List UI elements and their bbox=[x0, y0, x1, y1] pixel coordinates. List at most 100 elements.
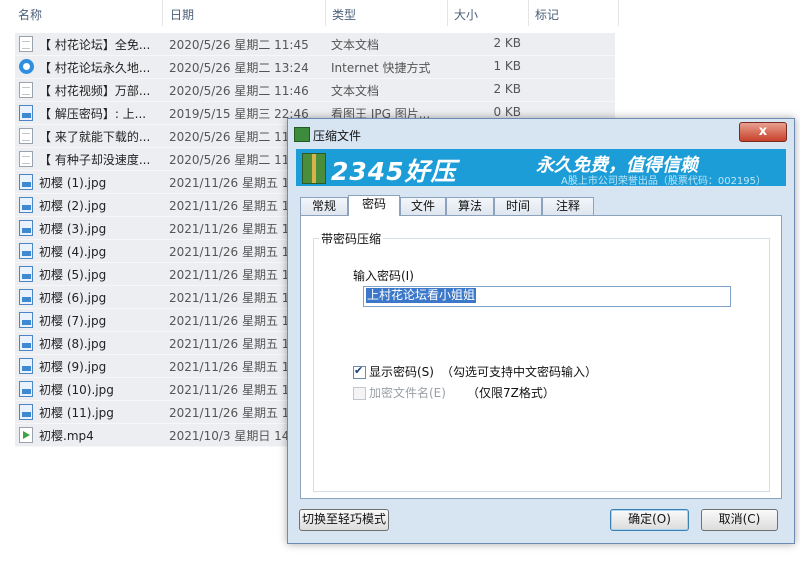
file-date: 2021/11/26 星期五 1 bbox=[169, 360, 290, 374]
column-date[interactable]: 日期 bbox=[170, 6, 194, 23]
file-date: 2021/11/26 星期五 1 bbox=[169, 291, 290, 305]
file-name: 【 村花论坛】全免... bbox=[39, 38, 151, 52]
close-button[interactable]: x bbox=[739, 122, 787, 142]
encrypt-filenames-hint: （仅限7Z格式） bbox=[467, 386, 555, 400]
file-row[interactable]: 【 村花论坛永久地... 2020/5/26 星期二 13:24 Internet … bbox=[15, 56, 615, 79]
dialog-titlebar[interactable]: 压缩文件 x bbox=[288, 119, 794, 146]
file-name: 初樱 (3).jpg bbox=[39, 222, 107, 236]
column-size[interactable]: 大小 bbox=[454, 6, 478, 23]
show-password-label[interactable]: 显示密码(S) bbox=[369, 363, 434, 380]
image-file-icon bbox=[19, 105, 33, 121]
file-date: 2020/5/26 星期二 13:24 bbox=[169, 61, 309, 75]
show-password-hint: （勾选可支持中文密码输入） bbox=[441, 365, 598, 379]
image-file-icon bbox=[19, 243, 33, 259]
file-name: 【 村花视频】万部... bbox=[39, 84, 151, 98]
file-name: 【 村花论坛永久地... bbox=[39, 61, 151, 75]
haozip-banner: 2345好压 永久免费，值得信赖 A股上市公司荣誉出品（股票代码：002195） bbox=[296, 149, 786, 186]
tab-time[interactable]: 时间 bbox=[494, 197, 542, 215]
file-size: 0 KB bbox=[493, 105, 521, 119]
file-date: 2020/5/26 星期二 11:45 bbox=[169, 38, 309, 52]
image-file-icon bbox=[19, 174, 33, 190]
banner-subtitle: A股上市公司荣誉出品（股票代码：002195） bbox=[561, 176, 767, 186]
file-date: 2020/5/26 星期二 11:46 bbox=[169, 84, 309, 98]
tab-comment[interactable]: 注释 bbox=[542, 197, 594, 215]
password-input[interactable]: 上村花论坛看小姐姐 bbox=[363, 286, 731, 307]
file-date: 2021/11/26 星期五 1 bbox=[169, 383, 290, 397]
file-name: 初樱 (10).jpg bbox=[39, 383, 114, 397]
file-date: 2021/11/26 星期五 1 bbox=[169, 199, 290, 213]
file-size: 2 KB bbox=[493, 82, 521, 96]
file-size: 2 KB bbox=[493, 36, 521, 50]
column-divider[interactable] bbox=[528, 0, 529, 26]
column-divider[interactable] bbox=[447, 0, 448, 26]
show-password-checkbox[interactable] bbox=[353, 364, 366, 379]
file-name: 【 来了就能下载的... bbox=[39, 130, 151, 144]
file-name: 初樱 (9).jpg bbox=[39, 360, 107, 374]
tab-files[interactable]: 文件 bbox=[400, 197, 446, 215]
column-divider[interactable] bbox=[325, 0, 326, 26]
image-file-icon bbox=[19, 335, 33, 351]
text-document-icon bbox=[19, 151, 33, 167]
image-file-icon bbox=[19, 266, 33, 282]
column-type[interactable]: 类型 bbox=[332, 6, 356, 23]
text-document-icon bbox=[19, 82, 33, 98]
image-file-icon bbox=[19, 220, 33, 236]
file-name: 初樱 (8).jpg bbox=[39, 337, 107, 351]
file-size: 1 KB bbox=[493, 59, 521, 73]
image-file-icon bbox=[19, 381, 33, 397]
file-row[interactable]: 【 村花论坛】全免... 2020/5/26 星期二 11:45 文本文档 2 KB bbox=[15, 33, 615, 56]
image-file-icon bbox=[19, 289, 33, 305]
file-date: 2021/11/26 星期五 1 bbox=[169, 406, 290, 420]
file-name: 初樱.mp4 bbox=[39, 429, 94, 443]
password-label: 输入密码(I) bbox=[353, 269, 414, 283]
archive-box-icon bbox=[302, 153, 326, 184]
file-date: 2021/11/26 星期五 1 bbox=[169, 245, 290, 259]
text-document-icon bbox=[19, 128, 33, 144]
column-header-bar: 名称 日期 类型 大小 标记 bbox=[0, 0, 620, 26]
archive-app-icon bbox=[294, 127, 310, 142]
file-name: 初樱 (6).jpg bbox=[39, 291, 107, 305]
file-type: 文本文档 bbox=[331, 84, 380, 98]
encrypt-filenames-checkbox[interactable] bbox=[353, 387, 366, 400]
tab-password[interactable]: 密码 bbox=[348, 195, 400, 216]
column-divider[interactable] bbox=[618, 0, 619, 26]
internet-shortcut-icon bbox=[19, 59, 34, 74]
file-name: 初樱 (2).jpg bbox=[39, 199, 107, 213]
file-name: 初樱 (1).jpg bbox=[39, 176, 107, 190]
file-date: 2021/11/26 星期五 1 bbox=[169, 176, 290, 190]
file-name: 初樱 (11).jpg bbox=[39, 406, 114, 420]
file-name: 初樱 (4).jpg bbox=[39, 245, 107, 259]
column-tag[interactable]: 标记 bbox=[535, 6, 559, 23]
file-type: Internet 快捷方式 bbox=[331, 61, 431, 75]
image-file-icon bbox=[19, 358, 33, 374]
tab-algorithm[interactable]: 算法 bbox=[446, 197, 494, 215]
video-file-icon bbox=[19, 427, 33, 443]
cancel-button[interactable]: 取消(C) bbox=[701, 509, 778, 531]
file-date: 2021/10/3 星期日 14 bbox=[169, 429, 290, 443]
image-file-icon bbox=[19, 312, 33, 328]
banner-brand: 2345好压 bbox=[331, 157, 457, 186]
file-row[interactable]: 【 村花视频】万部... 2020/5/26 星期二 11:46 文本文档 2 KB bbox=[15, 79, 615, 102]
password-value: 上村花论坛看小姐姐 bbox=[366, 288, 477, 303]
file-date: 2020/5/26 星期二 11 bbox=[169, 153, 290, 167]
file-name: 初樱 (7).jpg bbox=[39, 314, 107, 328]
file-type: 文本文档 bbox=[331, 38, 380, 52]
switch-lite-mode-button[interactable]: 切换至轻巧模式 bbox=[299, 509, 389, 531]
file-date: 2021/11/26 星期五 1 bbox=[169, 268, 290, 282]
file-date: 2021/11/26 星期五 1 bbox=[169, 337, 290, 351]
password-panel: 带密码压缩 输入密码(I) 上村花论坛看小姐姐 显示密码(S) （勾选可支持中文… bbox=[300, 215, 782, 499]
image-file-icon bbox=[19, 197, 33, 213]
encrypt-filenames-label[interactable]: 加密文件名(E) bbox=[369, 384, 446, 401]
ok-button[interactable]: 确定(O) bbox=[610, 509, 689, 531]
file-date: 2020/5/26 星期二 11 bbox=[169, 130, 290, 144]
compress-dialog: 压缩文件 x 2345好压 永久免费，值得信赖 A股上市公司荣誉出品（股票代码：… bbox=[287, 118, 795, 544]
file-date: 2021/11/26 星期五 1 bbox=[169, 314, 290, 328]
dialog-title: 压缩文件 bbox=[313, 129, 362, 143]
tab-general[interactable]: 常规 bbox=[300, 197, 348, 215]
file-name: 【 有种子却没速度... bbox=[39, 153, 151, 167]
text-document-icon bbox=[19, 36, 33, 52]
file-name: 初樱 (5).jpg bbox=[39, 268, 107, 282]
file-date: 2021/11/26 星期五 1 bbox=[169, 222, 290, 236]
column-name[interactable]: 名称 bbox=[18, 6, 42, 23]
column-divider[interactable] bbox=[162, 0, 163, 26]
